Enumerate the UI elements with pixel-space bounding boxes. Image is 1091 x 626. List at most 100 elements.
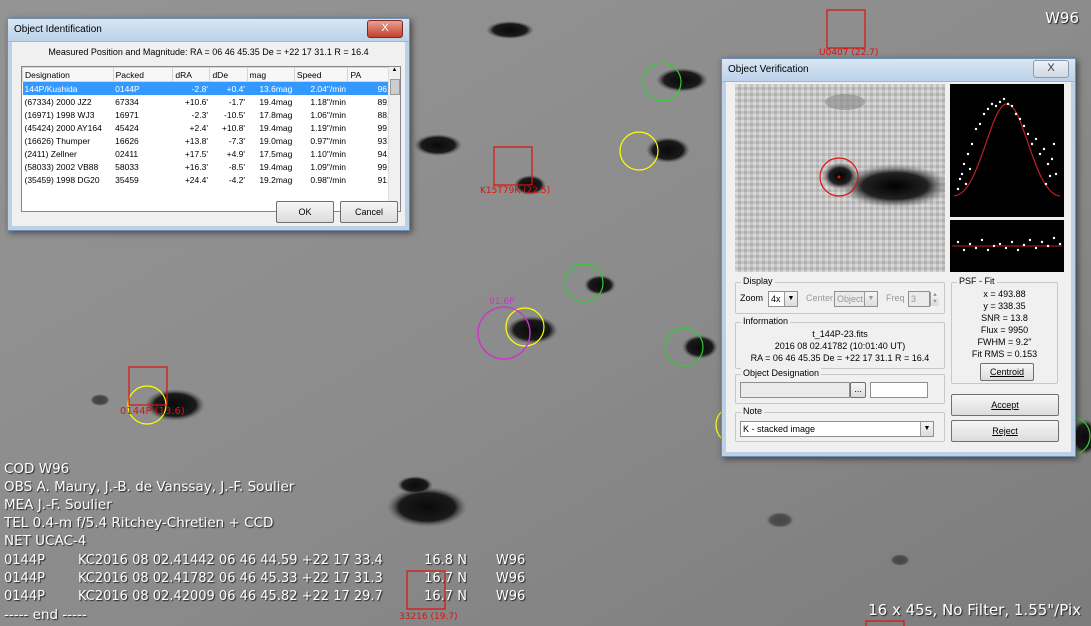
info-filename: t_144P-23.fits [812, 329, 868, 339]
table-row[interactable]: (16626) Thumper 16626 +13.8' -7.3' 19.0mag 0.… [23, 134, 400, 147]
dialog-title: Object Identification [14, 24, 102, 35]
table-cell: 0144P [113, 81, 173, 95]
reject-button[interactable]: Reject [951, 420, 1059, 442]
zoom-image[interactable] [735, 84, 945, 272]
table-cell: (2411) Zellner [24, 148, 77, 159]
note-group: Note K - stacked image ▼ [735, 406, 945, 442]
table-cell: -8.5' [228, 161, 246, 172]
candidate-list[interactable]: Designation Packed dRA dDe mag Speed PA … [21, 66, 401, 212]
object-identification-dialog: Object Identification X Measured Positio… [7, 18, 410, 231]
table-cell: 19.0mag [259, 135, 293, 146]
table-cell: -7.3' [228, 135, 246, 146]
mpc-header-line: COD W96 [4, 461, 70, 477]
zoom-value: 4x [771, 294, 781, 304]
table-cell: 35459 [115, 174, 139, 185]
column-header[interactable]: Designation [22, 67, 114, 82]
psf-profile-plot [950, 84, 1064, 217]
zoom-select[interactable]: 4x ▼ [768, 291, 798, 307]
table-cell: -2.3' [191, 109, 208, 120]
mpc-observation-line: 0144P KC2016 08 02.42009 06 46 45.82 +22… [4, 589, 526, 604]
marker-label-u0407: U0407 (22.7) [819, 48, 879, 58]
psf-residual-plot [950, 220, 1064, 272]
table-cell: 16971 [115, 109, 139, 120]
freq-value: 3 [911, 294, 917, 304]
table-cell: (67334) 2000 JZ2 [24, 96, 92, 107]
close-icon[interactable]: X [1033, 60, 1069, 78]
mpc-header-line: OBS A. Maury, J.-B. de Vanssay, J.-F. So… [4, 479, 295, 495]
center-select[interactable]: Object ▼ [834, 291, 878, 307]
table-row[interactable]: (2411) Zellner 02411 +17.5' +4.9' 17.5mag 1.1… [23, 147, 400, 160]
table-cell: +10.8' [221, 122, 246, 133]
center-value: Object [837, 294, 864, 304]
table-cell: (35459) 1998 DG20 [24, 174, 100, 185]
table-cell: (16626) Thumper [24, 135, 91, 146]
stepper-arrows-icon[interactable]: ▲ ▼ [930, 292, 939, 306]
accept-button[interactable]: Accept [951, 394, 1059, 416]
table-cell: 1.18"/min [310, 96, 346, 107]
table-cell: +24.4' [184, 174, 208, 185]
cancel-button[interactable]: Cancel [340, 201, 398, 223]
chevron-down-icon: ▼ [920, 422, 933, 436]
mpc-end-line: ----- end ----- [4, 607, 87, 623]
mpc-header-line: TEL 0.4-m f/5.4 Ritchey-Chretien + CCD [4, 515, 274, 531]
image-info-caption: 16 x 45s, No Filter, 1.55"/Pix [868, 601, 1081, 619]
table-cell: 1.06"/min [310, 109, 346, 120]
candidate-table: Designation Packed dRA dDe mag Speed PA … [22, 67, 400, 186]
table-row[interactable]: (35459) 1998 DG20 35459 +24.4' -4.2' 19.2mag… [23, 173, 400, 186]
marker-label-target: 0144P (13.6) [120, 406, 185, 417]
table-cell: 19.4mag [259, 122, 293, 133]
object-designation-label: Object Designation [741, 368, 822, 378]
close-icon[interactable]: X [367, 20, 403, 38]
column-header[interactable]: mag [246, 67, 295, 82]
dialog-titlebar[interactable]: Object Verification X [722, 59, 1075, 82]
table-cell: 19.4mag [259, 161, 293, 172]
marker-label-magenta: 91.6P [489, 297, 515, 307]
column-header[interactable]: dDe [209, 67, 248, 82]
table-cell: -1.7' [228, 96, 246, 107]
designation-extra-input[interactable] [870, 382, 928, 398]
browse-button[interactable]: ... [850, 382, 866, 398]
table-row[interactable]: 144P/Kushida 0144P -2.8' +0.4' 13.6mag 2.04"/… [22, 81, 400, 95]
table-row[interactable]: (16971) 1998 WJ3 16971 -2.3' -10.5' 17.8mag 1… [23, 108, 400, 121]
dialog-title: Object Verification [728, 64, 809, 75]
designation-input[interactable] [740, 382, 850, 398]
table-cell: 02411 [115, 148, 139, 159]
note-value: K - stacked image [743, 424, 816, 434]
table-cell: -2.8' [172, 81, 210, 95]
freq-label: Freq [886, 293, 905, 303]
mpc-header-line: MEA J.-F. Soulier [4, 497, 112, 513]
ok-button[interactable]: OK [276, 201, 334, 223]
centroid-button[interactable]: Centroid [980, 363, 1034, 381]
table-cell: +0.4' [209, 81, 248, 95]
observatory-code: W96 [1045, 9, 1079, 27]
table-row[interactable]: (67334) 2000 JZ2 67334 +10.6' -1.7' 19.4mag 1… [23, 95, 400, 108]
column-header[interactable]: Packed [112, 67, 174, 82]
table-cell: +16.3' [184, 161, 208, 172]
table-cell: (45424) 2000 AY164 [24, 122, 102, 133]
dialog-titlebar[interactable]: Object Identification X [8, 19, 409, 42]
list-scrollbar[interactable]: ▲ ▼ [388, 67, 400, 211]
table-row[interactable]: (45424) 2000 AY164 45424 +2.4' +10.8' 19.4ma… [23, 121, 400, 134]
table-cell: (58033) 2002 VB88 [24, 161, 99, 172]
psf-x: x = 493.88 [983, 289, 1026, 299]
freq-stepper[interactable]: 3 ▲ ▼ [908, 291, 939, 307]
table-cell: 2.04"/min [294, 81, 348, 95]
table-cell: 1.09"/min [310, 161, 346, 172]
column-header[interactable]: dRA [172, 67, 211, 82]
mpc-observation-line: 0144P KC2016 08 02.41442 06 46 44.59 +22… [4, 553, 526, 568]
psf-fwhm: FWHM = 9.2" [977, 337, 1032, 347]
table-cell: +2.4' [189, 122, 208, 133]
zoom-label: Zoom [740, 293, 764, 303]
column-header[interactable]: Speed [293, 67, 349, 82]
table-cell: -4.2' [228, 174, 246, 185]
info-time: 2016 08 02.41782 (10:01:40 UT) [774, 341, 906, 351]
table-cell: 0.97"/min [310, 135, 346, 146]
table-cell: 17.5mag [259, 148, 293, 159]
table-cell: 16626 [115, 135, 139, 146]
note-select[interactable]: K - stacked image ▼ [740, 421, 934, 437]
psf-flux: Flux = 9950 [980, 325, 1029, 335]
table-cell: 144P/Kushida [22, 81, 114, 95]
display-group-label: Display [741, 276, 775, 286]
table-row[interactable]: (58033) 2002 VB88 58033 +16.3' -8.5' 19.4mag… [23, 160, 400, 173]
information-group-label: Information [741, 316, 791, 326]
